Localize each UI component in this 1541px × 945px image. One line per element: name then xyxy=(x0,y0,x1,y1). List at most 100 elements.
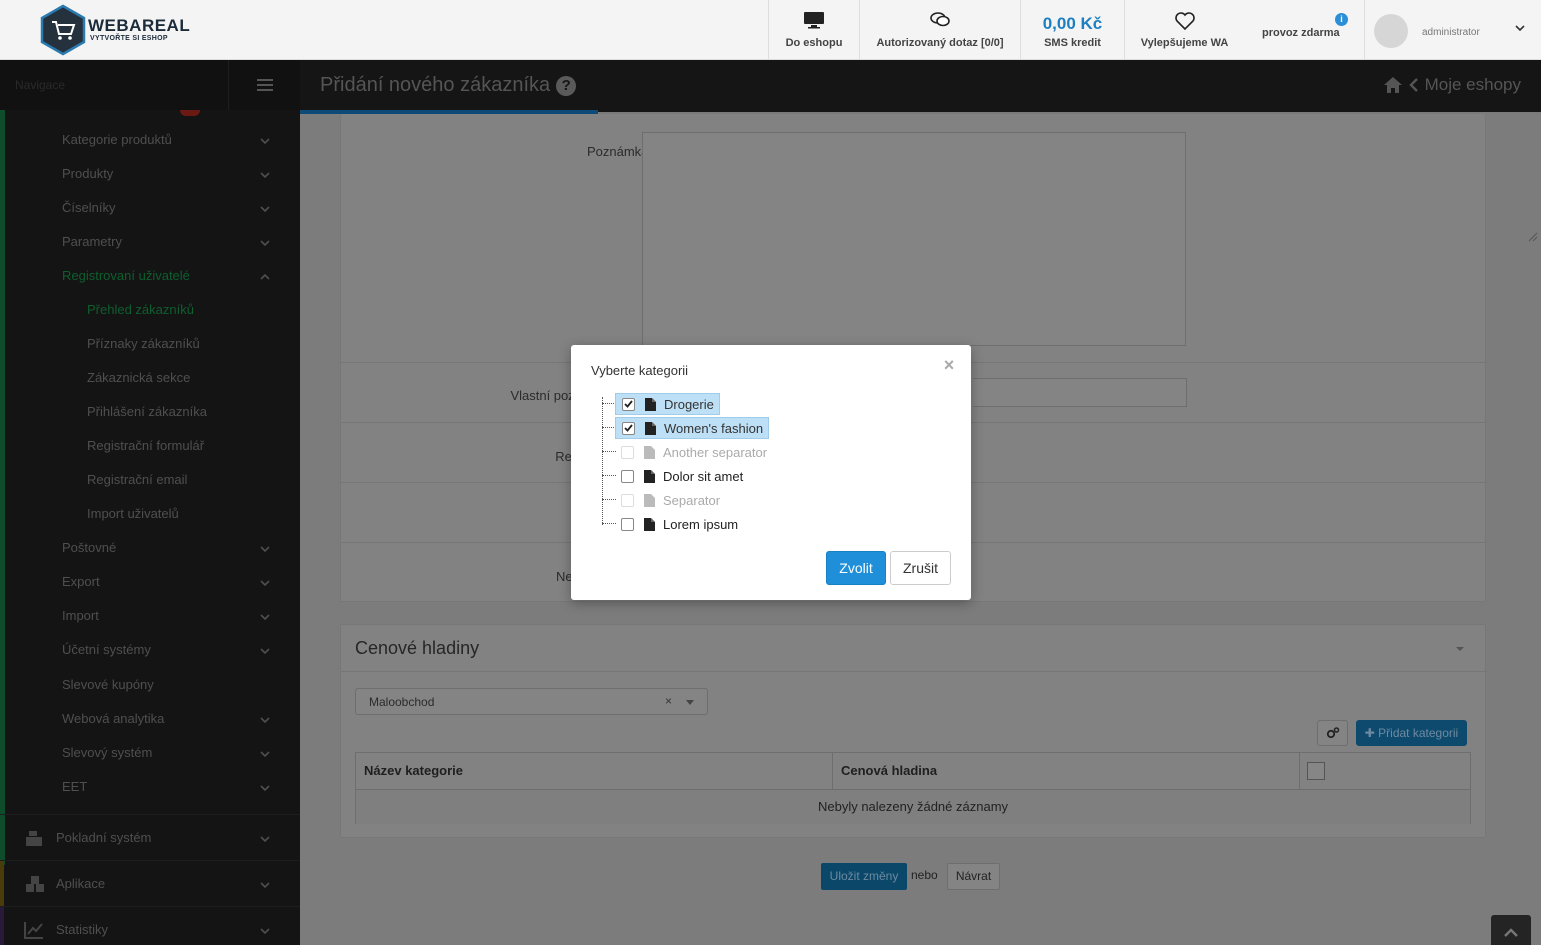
price-level-select[interactable]: Maloobchod × xyxy=(355,688,708,715)
monitor-icon xyxy=(804,12,824,29)
logo-subtitle: VYTVOŘTE SI ESHOP xyxy=(90,35,168,42)
sidebar-section-label: Pokladní systém xyxy=(56,830,152,845)
select-value: Maloobchod xyxy=(369,695,435,709)
panel-divider xyxy=(341,671,1487,672)
chevron-down-icon xyxy=(260,785,270,792)
plan-label: provoz zdarma xyxy=(1262,27,1340,39)
sidebar: Navigace Kategorie produktů Produkty Čís… xyxy=(0,60,300,945)
chevron-up-icon xyxy=(1504,927,1518,937)
sidebar-item-shipping[interactable]: Poštovné xyxy=(62,540,277,560)
sidebar-item-label: Účetní systémy xyxy=(62,642,151,657)
clear-icon[interactable]: × xyxy=(665,694,672,708)
top-bar: WEBAREAL VYTVOŘTE SI ESHOP Do eshopu Aut… xyxy=(0,0,1541,60)
sidebar-item-discount-system[interactable]: Slevový systém xyxy=(62,745,277,765)
sidebar-item-label: Export xyxy=(62,574,100,589)
confirm-button[interactable]: Zvolit xyxy=(826,551,886,585)
chevron-down-icon xyxy=(260,172,270,179)
sidebar-item-import[interactable]: Import xyxy=(62,608,277,628)
settings-button[interactable] xyxy=(1317,720,1348,746)
caret-down-icon[interactable] xyxy=(1455,645,1465,653)
column-header-price-level[interactable]: Cenová hladina xyxy=(833,753,1300,789)
sidebar-section-apps[interactable]: Aplikace xyxy=(0,860,300,906)
sidebar-item-label: Parametry xyxy=(62,234,122,249)
plan-info[interactable]: provoz zdarma i xyxy=(1244,0,1364,60)
sidebar-subitem-customer-flags[interactable]: Příznaky zákazníků xyxy=(87,336,200,356)
node-checkbox[interactable] xyxy=(621,517,634,531)
note-textarea[interactable] xyxy=(642,132,1186,346)
to-eshop-link[interactable]: Do eshopu xyxy=(768,0,859,60)
sidebar-subitem-registration-email[interactable]: Registrační email xyxy=(87,472,187,492)
or-text: nebo xyxy=(911,868,938,882)
registration-label: Regi xyxy=(555,449,582,464)
node-label: Lorem ipsum xyxy=(663,516,739,532)
sidebar-item-parameters[interactable]: Parametry xyxy=(62,234,277,254)
sidebar-subitem-customers-overview[interactable]: Přehled zákazníků xyxy=(87,302,194,322)
sidebar-item-products[interactable]: Produkty xyxy=(62,166,277,186)
home-icon[interactable] xyxy=(1383,76,1403,94)
sidebar-item-analytics[interactable]: Webová analytika xyxy=(62,711,277,731)
chevron-down-icon xyxy=(1515,25,1525,32)
node-label: Another separator xyxy=(663,444,768,460)
sidebar-item-coupons[interactable]: Slevové kupóny xyxy=(62,677,277,697)
save-button[interactable]: Uložit změny xyxy=(821,863,907,890)
sidebar-subitem-registration-form[interactable]: Registrační formulář xyxy=(87,438,204,458)
price-levels-table: Název kategorie Cenová hladina Nebyly na… xyxy=(355,752,1471,824)
cubes-icon xyxy=(26,876,44,892)
sidebar-item-eet[interactable]: EET xyxy=(62,779,277,799)
chevron-down-icon xyxy=(260,751,270,758)
file-icon xyxy=(645,397,656,411)
sidebar-item-accounting[interactable]: Účetní systémy xyxy=(62,642,277,662)
back-link[interactable]: Moje eshopy xyxy=(1425,75,1521,95)
chevron-left-icon xyxy=(1408,78,1418,92)
sidebar-section-pos[interactable]: Pokladní systém xyxy=(0,814,300,860)
select-all-checkbox[interactable] xyxy=(1307,762,1325,780)
file-icon xyxy=(644,445,655,459)
authorized-query-link[interactable]: Autorizovaný dotaz [0/0] xyxy=(859,0,1020,60)
scroll-top-button[interactable] xyxy=(1491,915,1531,945)
sidebar-item-codelists[interactable]: Číselníky xyxy=(62,200,277,220)
close-icon[interactable]: × xyxy=(941,356,957,374)
column-header-category[interactable]: Název kategorie xyxy=(356,753,833,789)
user-menu[interactable]: administrator xyxy=(1364,0,1541,60)
sidebar-item-product-categories[interactable]: Kategorie produktů xyxy=(62,132,277,152)
info-icon: i xyxy=(1335,13,1348,26)
sidebar-subitem-import-users[interactable]: Import uživatelů xyxy=(87,506,179,526)
node-checkbox[interactable] xyxy=(621,469,634,483)
sidebar-item-label: Poštovné xyxy=(62,540,117,555)
check-icon xyxy=(624,424,633,432)
sidebar-section-statistics[interactable]: Statistiky xyxy=(0,906,300,945)
node-label: Drogerie xyxy=(664,396,714,412)
authorized-query-label: Autorizovaný dotaz [0/0] xyxy=(876,37,1004,49)
cash-register-icon xyxy=(26,831,42,846)
node-checkbox[interactable] xyxy=(622,421,635,435)
node-checkbox xyxy=(621,445,634,459)
add-category-label: Přidat kategorii xyxy=(1378,726,1459,740)
help-icon[interactable]: ? xyxy=(556,76,577,96)
caret-down-icon xyxy=(686,700,694,705)
menu-toggle-button[interactable] xyxy=(228,60,300,110)
node-checkbox[interactable] xyxy=(622,397,635,411)
logo-cart-icon xyxy=(40,4,86,56)
sidebar-item-label: Import xyxy=(62,608,99,623)
sidebar-item-export[interactable]: Export xyxy=(62,574,277,594)
node-checkbox xyxy=(621,493,634,507)
sidebar-subitem-customer-login[interactable]: Přihlášení zákazníka xyxy=(87,404,207,424)
resize-handle-icon[interactable] xyxy=(1528,232,1538,242)
modal-title: Vyberte kategorii xyxy=(591,363,689,378)
chevron-down-icon xyxy=(260,580,270,587)
sidebar-item-label: Kategorie produktů xyxy=(62,132,172,147)
custom-note-input[interactable] xyxy=(973,378,1187,407)
avatar xyxy=(1374,14,1408,48)
sidebar-subitem-customer-section[interactable]: Zákaznická sekce xyxy=(87,370,190,390)
gears-icon xyxy=(1326,727,1339,739)
newsletter-label: New xyxy=(555,569,582,584)
back-button[interactable]: Návrat xyxy=(947,863,1000,890)
logo[interactable]: WEBAREAL VYTVOŘTE SI ESHOP xyxy=(40,4,220,56)
sms-credit[interactable]: 0,00 Kč SMS kredit xyxy=(1020,0,1124,60)
add-category-button[interactable]: ✚ Přidat kategorii xyxy=(1356,720,1467,746)
chevron-down-icon xyxy=(260,240,270,247)
improving-wa-link[interactable]: Vylepšujeme WA xyxy=(1124,0,1244,60)
sidebar-item-registered-users[interactable]: Registrovaní uživatelé xyxy=(62,268,277,288)
cancel-button[interactable]: Zrušit xyxy=(890,551,951,585)
page-header: Přidání nového zákazníka? Moje eshopy xyxy=(300,60,1541,112)
